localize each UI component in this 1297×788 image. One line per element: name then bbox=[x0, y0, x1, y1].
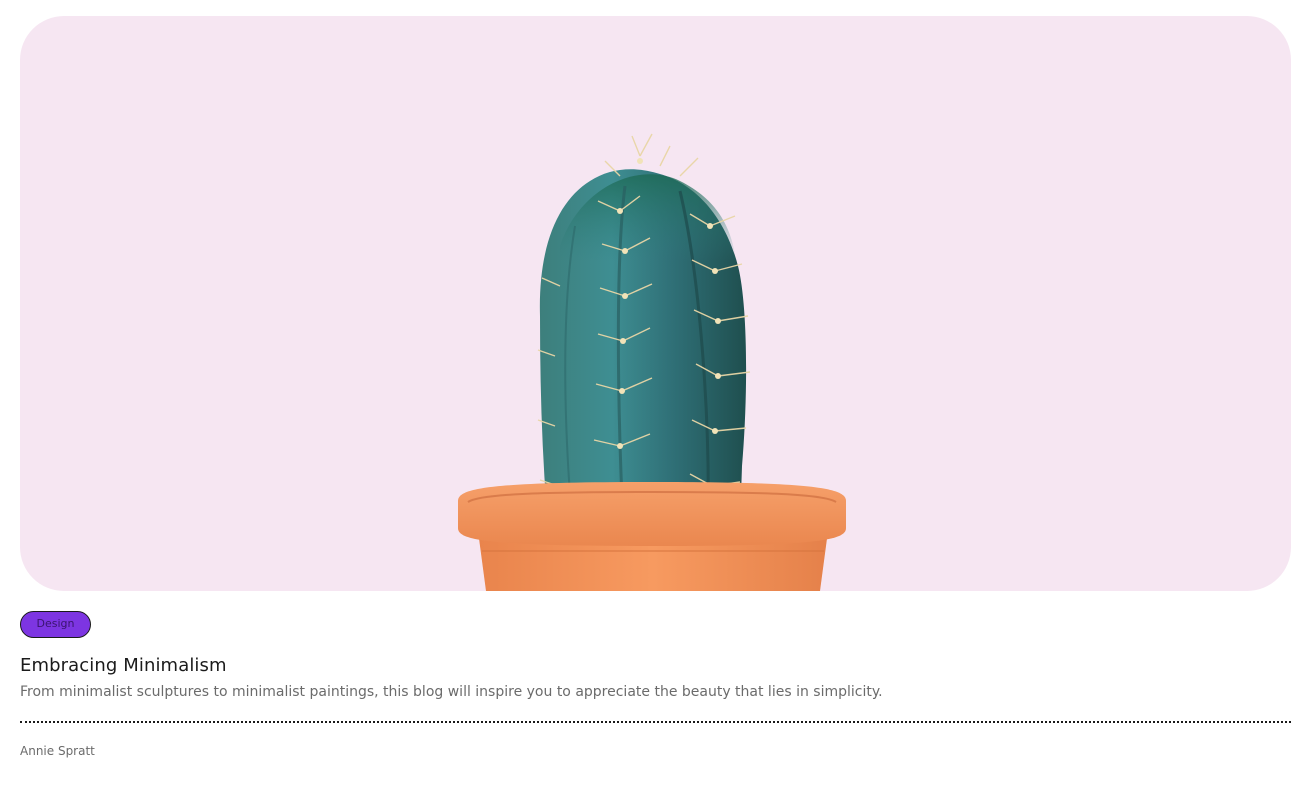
post-title[interactable]: Embracing Minimalism bbox=[20, 655, 227, 676]
cactus-image bbox=[458, 133, 846, 591]
post-excerpt: From minimalist sculptures to minimalist… bbox=[20, 684, 883, 700]
category-tag[interactable]: Design bbox=[20, 611, 91, 638]
divider bbox=[20, 721, 1291, 723]
author-name[interactable]: Annie Spratt bbox=[20, 744, 95, 758]
hero-image[interactable] bbox=[20, 16, 1291, 591]
blog-card[interactable]: Design Embracing Minimalism From minimal… bbox=[20, 16, 1291, 758]
